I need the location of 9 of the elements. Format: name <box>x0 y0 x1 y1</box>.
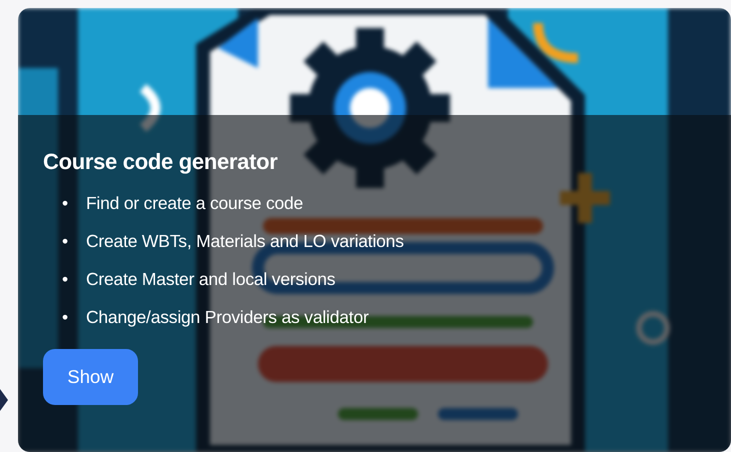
show-button[interactable]: Show <box>43 349 138 405</box>
pointer-icon <box>0 389 8 411</box>
feature-item: Create Master and local versions <box>86 268 336 291</box>
feature-item: Find or create a course code <box>86 192 304 215</box>
bullet-marker: • <box>62 268 68 291</box>
bullet-marker: • <box>62 230 68 253</box>
feature-item: Change/assign Providers as validator <box>86 306 369 329</box>
bullet-marker: • <box>62 306 68 329</box>
bullet-marker: • <box>62 192 68 215</box>
